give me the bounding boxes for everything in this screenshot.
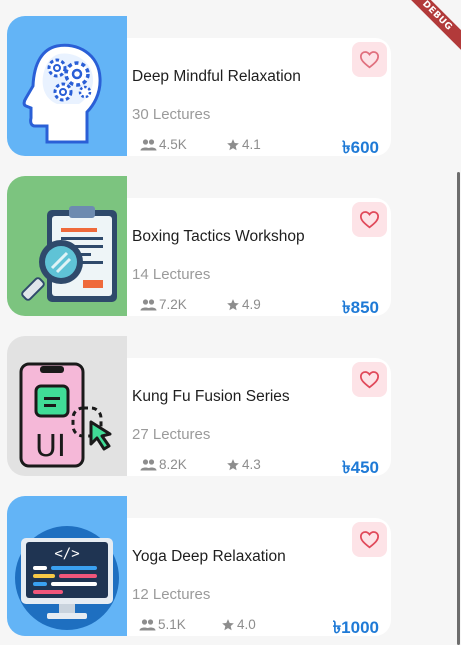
course-list: Deep Mindful Relaxation 30 Lectures 4.5K… — [0, 0, 461, 645]
rating-stat: 4.0 — [221, 617, 256, 632]
phone-ui-design-icon: UI — [7, 336, 127, 476]
course-price: ৳850 — [342, 298, 379, 317]
favorite-button[interactable] — [352, 42, 387, 77]
lecture-count: 12 Lectures — [132, 586, 211, 603]
star-icon — [222, 618, 234, 630]
heart-outline-icon — [359, 371, 380, 389]
students-stat: 4.5K — [140, 137, 187, 152]
rating-stat: 4.9 — [226, 297, 261, 312]
star-icon — [227, 458, 239, 470]
rating-value: 4.3 — [242, 457, 261, 472]
lecture-count: 30 Lectures — [132, 106, 211, 123]
clipboard-magnifier-icon — [7, 176, 127, 316]
course-card[interactable]: UI Kung Fu Fusion Series 27 Lectures 8.2… — [7, 336, 391, 477]
course-title: Deep Mindful Relaxation — [132, 68, 301, 85]
rating-stat: 4.1 — [226, 137, 261, 152]
favorite-button[interactable] — [352, 362, 387, 397]
course-title: Boxing Tactics Workshop — [132, 228, 305, 245]
lecture-count: 14 Lectures — [132, 266, 211, 283]
course-card[interactable]: Deep Mindful Relaxation 30 Lectures 4.5K… — [7, 16, 391, 157]
people-icon — [139, 618, 156, 630]
brain-gears-icon — [7, 16, 127, 156]
heart-outline-icon — [359, 51, 380, 69]
students-stat: 5.1K — [139, 617, 186, 632]
lecture-count: 27 Lectures — [132, 426, 211, 443]
heart-outline-icon — [359, 211, 380, 229]
scrollbar[interactable] — [457, 172, 460, 645]
course-title: Yoga Deep Relaxation — [132, 548, 286, 565]
course-price: ৳450 — [342, 458, 379, 477]
rating-stat: 4.3 — [226, 457, 261, 472]
favorite-button[interactable] — [352, 522, 387, 557]
students-count: 7.2K — [159, 297, 187, 312]
course-title: Kung Fu Fusion Series — [132, 388, 290, 405]
students-stat: 8.2K — [140, 457, 187, 472]
course-price: ৳1000 — [332, 618, 379, 637]
svg-text:UI: UI — [35, 429, 66, 464]
rating-value: 4.1 — [242, 137, 261, 152]
students-count: 8.2K — [159, 457, 187, 472]
svg-text:</>: </> — [54, 546, 79, 562]
monitor-code-icon: </> — [7, 496, 127, 636]
people-icon — [140, 458, 157, 470]
star-icon — [227, 138, 239, 150]
course-card[interactable]: Boxing Tactics Workshop 14 Lectures 7.2K… — [7, 176, 391, 317]
star-icon — [227, 298, 239, 310]
rating-value: 4.0 — [237, 617, 256, 632]
heart-outline-icon — [359, 531, 380, 549]
favorite-button[interactable] — [352, 202, 387, 237]
course-card[interactable]: </> Yoga Deep Relaxation 12 Lectures 5.1… — [7, 496, 391, 637]
people-icon — [140, 298, 157, 310]
course-price: ৳600 — [342, 138, 379, 157]
rating-value: 4.9 — [242, 297, 261, 312]
students-count: 5.1K — [158, 617, 186, 632]
students-stat: 7.2K — [140, 297, 187, 312]
people-icon — [140, 138, 157, 150]
students-count: 4.5K — [159, 137, 187, 152]
